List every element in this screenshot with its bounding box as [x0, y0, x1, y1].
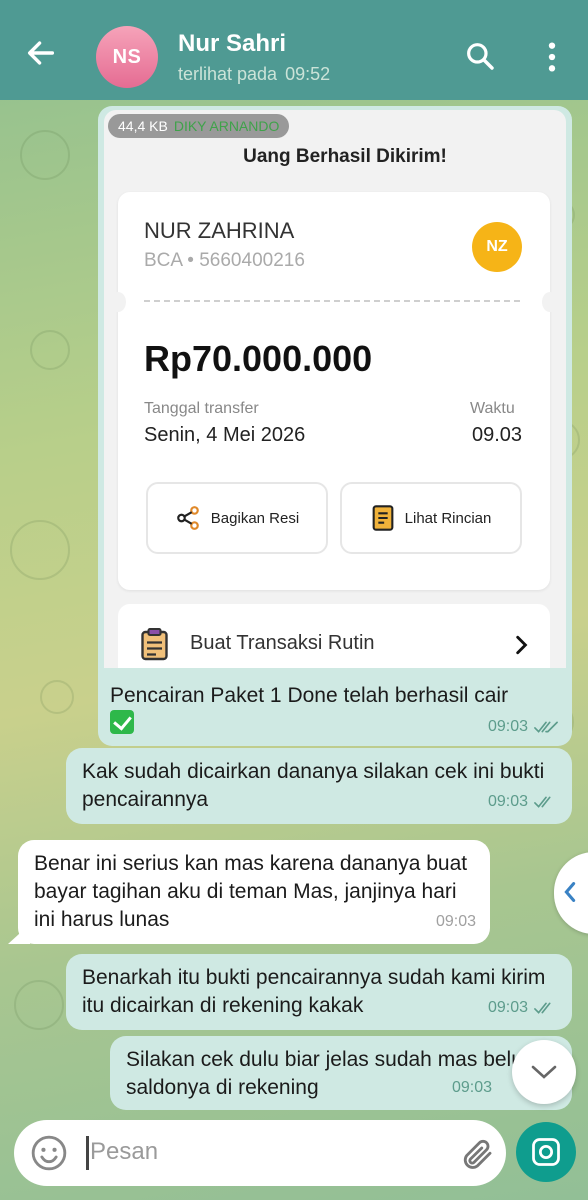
read-receipt-icon — [534, 1002, 551, 1014]
view-details-button: Lihat Rincian — [340, 482, 522, 554]
recipient-avatar: NZ — [472, 222, 522, 272]
last-seen-label: terlihat pada — [178, 64, 278, 84]
back-arrow-icon[interactable] — [24, 36, 58, 70]
message-time: 09:03 — [487, 793, 528, 810]
transfer-time-label: Waktu — [470, 400, 515, 417]
receipt-document-icon — [372, 505, 394, 531]
message-text: Benarkah itu bukti pencairannya sudah ka… — [82, 966, 546, 1017]
message-time: 09:03 — [451, 1079, 492, 1096]
outgoing-message[interactable]: Kak sudah dicairkan dananya silakan cek … — [66, 748, 572, 824]
message-time: 09:03 — [435, 913, 476, 930]
message-time: 09:03 — [487, 999, 528, 1016]
recipient-name: NUR ZAHRINA — [144, 218, 295, 243]
message-input[interactable] — [90, 1134, 450, 1170]
contact-name[interactable]: Nur Sahri — [178, 30, 286, 58]
contact-avatar[interactable]: NS — [96, 26, 158, 88]
view-details-label: Lihat Rincian — [404, 509, 492, 527]
routine-transaction-label: Buat Transaksi Rutin — [190, 632, 375, 654]
chevron-down-icon — [531, 1065, 557, 1079]
image-message-meta: 09:03 — [488, 718, 558, 736]
forwarded-sender-name: DIKY ARNANDO — [173, 118, 280, 134]
transfer-date-value: Senin, 4 Mei 2026 — [144, 424, 306, 446]
receipt-title: Uang Berhasil Dikirim! — [243, 146, 447, 167]
last-seen-status: terlihat pada 09:52 — [178, 64, 330, 85]
chevron-left-icon[interactable] — [562, 880, 578, 904]
ticket-notch-left — [110, 292, 126, 312]
message-text: Benar ini serius kan mas karena dananya … — [34, 852, 468, 931]
recipient-bank-account: BCA • 5660400216 — [144, 250, 305, 271]
last-seen-time: 09:52 — [285, 64, 331, 84]
chevron-right-icon — [516, 635, 528, 655]
dashed-divider — [144, 300, 520, 302]
outgoing-message[interactable]: Silakan cek dulu biar jelas sudah mas be… — [110, 1036, 572, 1110]
share-icon — [176, 506, 199, 530]
share-receipt-label: Bagikan Resi — [210, 509, 300, 527]
share-receipt-button: Bagikan Resi — [146, 482, 328, 554]
image-caption-text: Pencairan Paket 1 Done telah berhasil ca… — [110, 684, 509, 707]
search-icon[interactable] — [464, 40, 496, 72]
camera-button[interactable] — [516, 1122, 576, 1182]
more-options-icon[interactable] — [540, 40, 564, 74]
text-cursor — [86, 1136, 89, 1170]
camera-icon — [532, 1138, 560, 1166]
emoji-icon[interactable] — [30, 1134, 68, 1172]
transfer-time-value: 09.03 — [472, 424, 523, 446]
ticket-notch-right — [542, 292, 558, 312]
file-size: 44,4 KB — [118, 118, 168, 134]
read-receipt-icon — [534, 721, 558, 733]
message-text: Kak sudah dicairkan dananya silakan cek … — [82, 760, 545, 811]
message-meta: 09:03 — [488, 994, 558, 1022]
incoming-message[interactable]: Benar ini serius kan mas karena dananya … — [18, 840, 490, 944]
paperclip-icon[interactable] — [460, 1136, 496, 1172]
scroll-to-bottom-button[interactable] — [512, 1040, 576, 1104]
clipboard-icon — [141, 627, 168, 661]
message-meta: 09:03 — [436, 908, 476, 936]
read-receipt-icon — [534, 796, 551, 808]
file-size-badge: 44,4 KB DIKY ARNANDO — [108, 114, 290, 138]
transfer-amount: Rp70.000.000 — [144, 338, 373, 379]
outgoing-message[interactable]: Benarkah itu bukti pencairannya sudah ka… — [66, 954, 572, 1030]
check-mark-emoji-icon — [110, 710, 134, 734]
transfer-date-label: Tanggal transfer — [144, 400, 259, 417]
message-meta: 09:03 — [452, 1074, 492, 1102]
message-meta: 09:03 — [488, 788, 558, 816]
chat-header: NS Nur Sahri terlihat pada 09:52 — [0, 0, 588, 100]
message-time: 09:03 — [487, 718, 528, 735]
